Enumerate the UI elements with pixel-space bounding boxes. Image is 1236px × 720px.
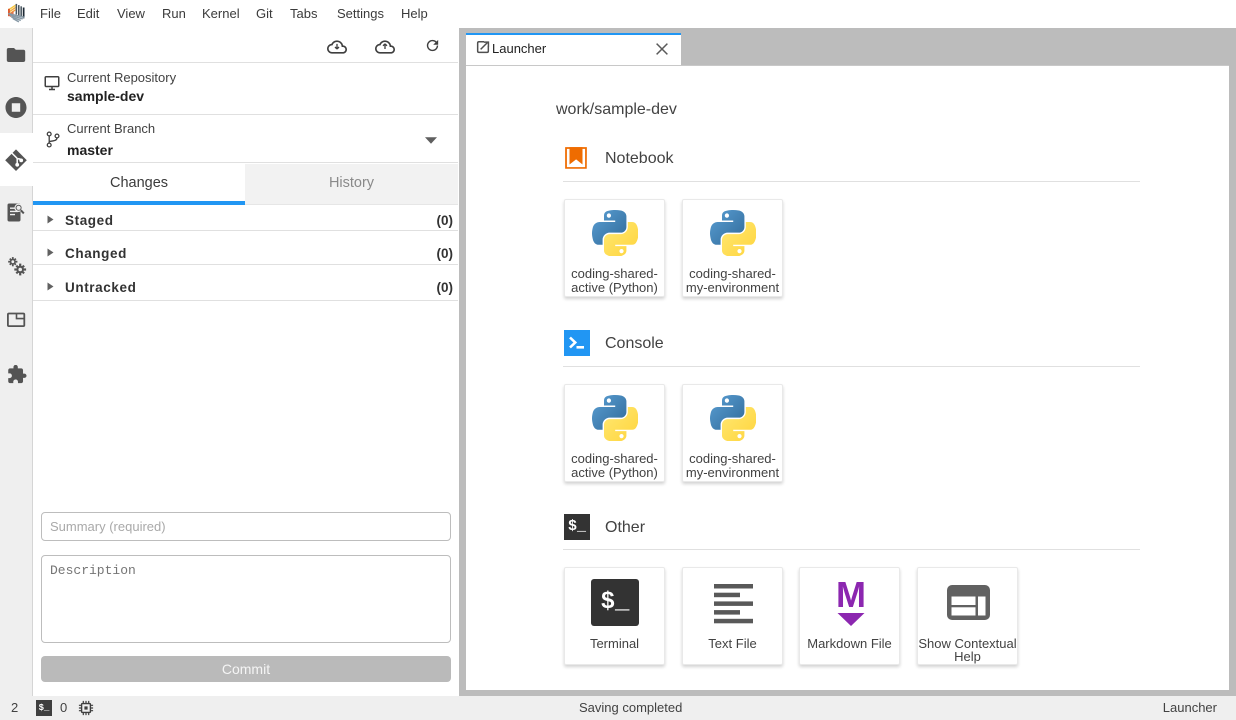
svg-text:M: M [836, 580, 866, 615]
